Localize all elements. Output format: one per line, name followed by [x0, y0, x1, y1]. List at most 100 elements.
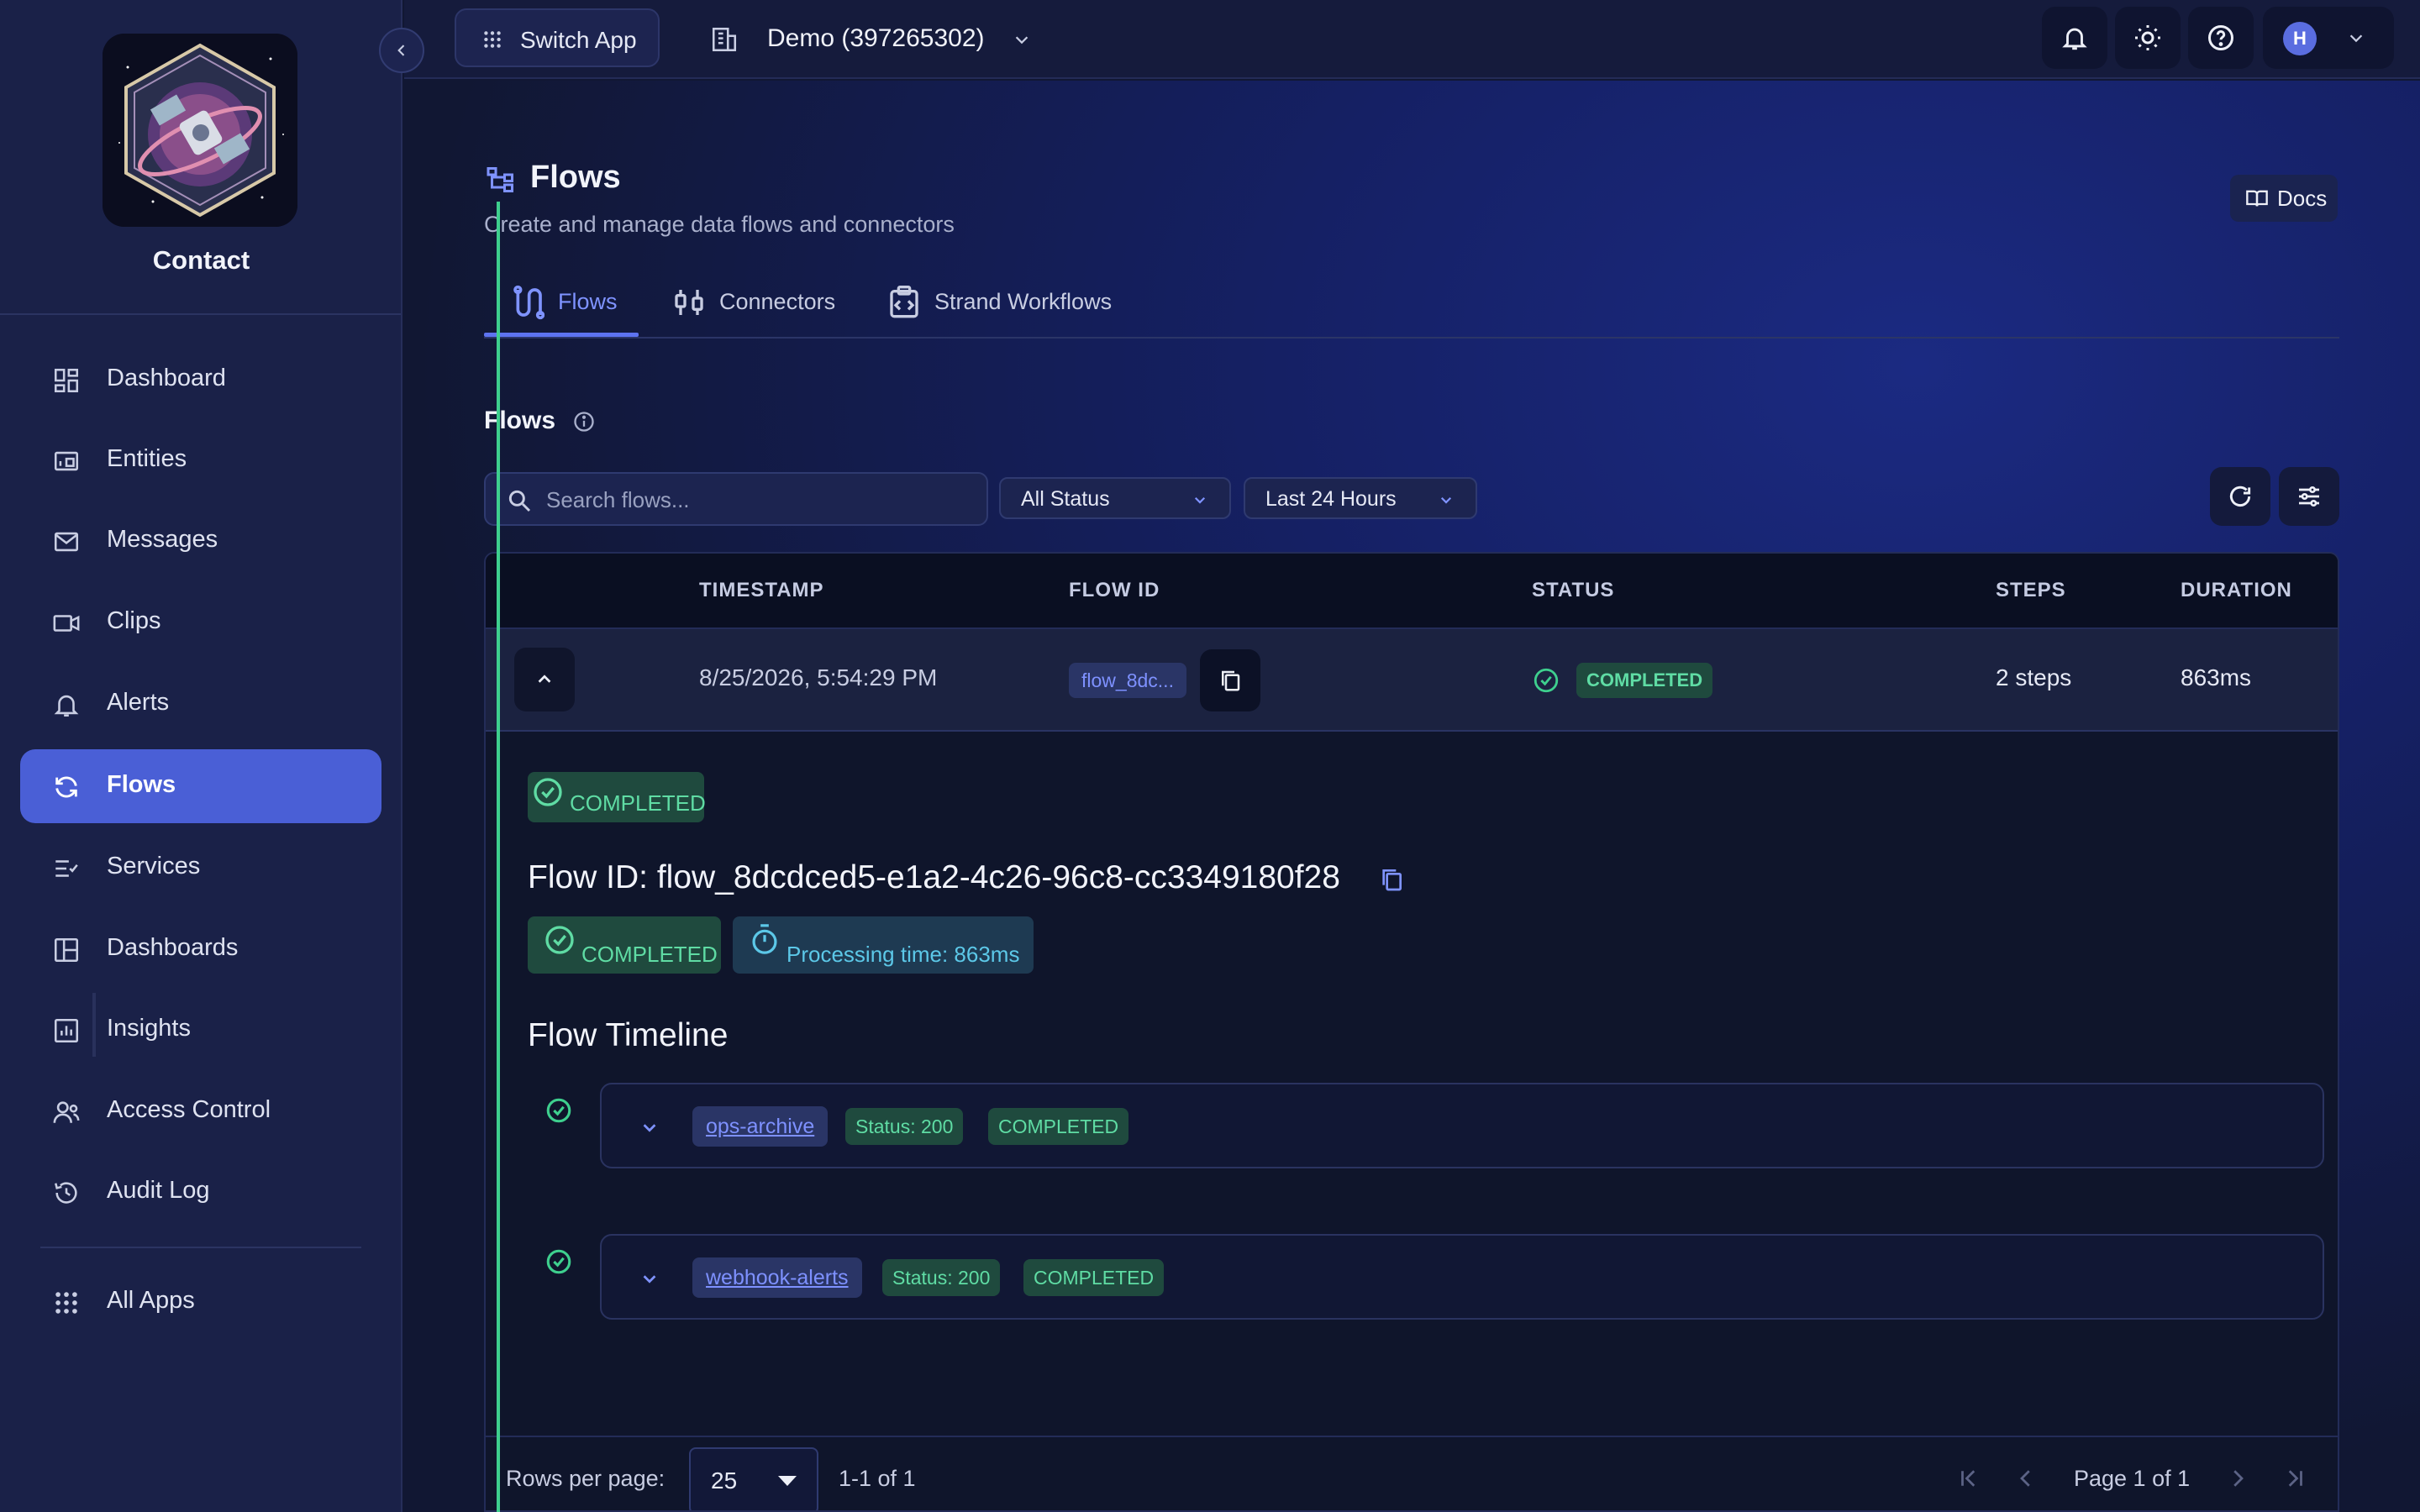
sidebar-item-entities[interactable]: Entities — [20, 423, 381, 497]
status-badge: COMPLETED — [1576, 663, 1713, 698]
org-selector[interactable]: Demo (397265302) — [710, 15, 1046, 62]
sun-icon — [2135, 25, 2160, 50]
column-header[interactable]: DURATION — [2181, 579, 2292, 602]
sidebar-item-label: Entities — [107, 445, 187, 472]
mail-icon — [54, 532, 79, 552]
timeline-title: Flow Timeline — [528, 1017, 729, 1053]
sidebar-item-flows[interactable]: Flows — [20, 749, 381, 823]
switch-app-label: Switch App — [520, 27, 637, 53]
last-page-icon[interactable] — [2282, 1466, 2307, 1491]
tab-connectors[interactable]: Connectors — [672, 277, 840, 338]
sidebar-item-access-control[interactable]: Access Control — [20, 1074, 381, 1148]
docs-button[interactable]: Docs — [2230, 175, 2338, 222]
sidebar-item-audit-log[interactable]: Audit Log — [20, 1155, 381, 1229]
timeline-connector — [92, 993, 96, 1057]
processing-time-badge: Processing time: 863ms — [733, 916, 1034, 974]
status-badge: COMPLETED — [528, 772, 706, 822]
sidebar-item-label: Audit Log — [107, 1177, 210, 1204]
switch-app-button[interactable]: Switch App — [455, 8, 660, 67]
service-link[interactable]: ops-archive — [692, 1106, 829, 1147]
book-icon — [2246, 190, 2268, 207]
tab-flows[interactable]: Flows — [511, 277, 637, 338]
column-header[interactable]: STATUS — [1532, 579, 1614, 602]
chevron-down-icon — [1440, 496, 1452, 504]
collapse-sidebar-button[interactable] — [379, 28, 424, 73]
next-page-icon[interactable] — [2225, 1466, 2250, 1491]
column-header[interactable]: TIMESTAMP — [699, 579, 824, 602]
column-header[interactable]: STEPS — [1996, 579, 2066, 602]
entities-icon — [54, 451, 79, 471]
docs-label: Docs — [2277, 186, 2328, 211]
status-badge: COMPLETED — [528, 916, 721, 974]
help-icon — [2208, 25, 2233, 50]
app-logo[interactable] — [103, 34, 297, 227]
sidebar-item-label: Messages — [107, 526, 218, 553]
check-circle-icon — [546, 1249, 571, 1274]
sidebar-item-services[interactable]: Services — [20, 831, 381, 905]
refresh-icon — [2229, 486, 2251, 507]
chevron-down-icon — [1015, 36, 1028, 45]
sidebar-divider — [0, 313, 401, 315]
sidebar-item-messages[interactable]: Messages — [20, 504, 381, 578]
check-circle-icon — [545, 926, 574, 954]
rows-per-page-label: Rows per page: — [506, 1466, 666, 1491]
info-icon[interactable] — [572, 410, 596, 433]
sidebar-item-label: Flows — [107, 771, 176, 798]
theme-toggle-button[interactable] — [2115, 7, 2181, 69]
sidebar-divider — [40, 1247, 361, 1248]
row-flow-id[interactable]: flow_8dc... — [1069, 663, 1186, 698]
table-row[interactable]: 8/25/2026, 5:54:29 PM flow_8dc... COMPLE… — [486, 629, 2338, 732]
tab-label: Strand Workflows — [934, 289, 1113, 314]
table-header: TIMESTAMP FLOW ID STATUS STEPS DURATION — [486, 554, 2338, 629]
history-icon — [55, 1182, 77, 1204]
rows-per-page-select[interactable]: 25 — [689, 1447, 818, 1510]
service-link[interactable]: webhook-alerts — [692, 1257, 862, 1298]
page-subtitle: Create and manage data flows and connect… — [484, 212, 955, 237]
help-button[interactable] — [2188, 7, 2254, 69]
refresh-button[interactable] — [2210, 467, 2270, 526]
first-page-icon[interactable] — [1956, 1466, 1981, 1491]
user-menu[interactable]: H — [2263, 7, 2394, 69]
sidebar-item-dashboards[interactable]: Dashboards — [20, 912, 381, 986]
checklist-icon — [55, 860, 78, 877]
chevron-down-icon[interactable] — [640, 1269, 659, 1288]
column-header[interactable]: FLOW ID — [1069, 579, 1160, 602]
chevron-down-icon[interactable] — [640, 1118, 659, 1137]
timeline-step[interactable]: webhook-alerts Status: 200 COMPLETED — [600, 1234, 2324, 1320]
sidebar-item-label: All Apps — [107, 1287, 195, 1314]
sidebar-item-dashboard[interactable]: Dashboard — [20, 343, 381, 417]
sidebar-item-label: Services — [107, 853, 201, 879]
row-duration: 863ms — [2181, 664, 2252, 690]
chart-icon — [54, 1018, 79, 1043]
sidebar-item-label: Dashboard — [107, 365, 226, 391]
pagination-range: 1-1 of 1 — [839, 1466, 916, 1491]
collapse-row-button[interactable] — [514, 648, 575, 711]
copy-flow-id-button[interactable] — [1200, 649, 1260, 711]
copy-icon[interactable] — [1378, 866, 1405, 893]
sidebar-item-all-apps[interactable]: All Apps — [20, 1265, 381, 1339]
flows-table: TIMESTAMP FLOW ID STATUS STEPS DURATION … — [484, 552, 2339, 1512]
notifications-button[interactable] — [2042, 7, 2107, 69]
search-input-container[interactable] — [484, 472, 988, 526]
org-name: Demo (397265302) — [767, 24, 985, 52]
section-title: Flows — [484, 407, 556, 434]
sidebar-item-label: Clips — [107, 607, 161, 634]
search-input[interactable] — [546, 486, 966, 514]
prev-page-icon[interactable] — [2013, 1466, 2039, 1491]
sidebar-item-clips[interactable]: Clips — [20, 585, 381, 659]
page-title: Flows — [530, 160, 621, 195]
tab-strand-workflows[interactable]: Strand Workflows — [887, 277, 1123, 338]
search-icon — [508, 490, 531, 512]
app-name: Contact — [152, 245, 250, 275]
status-filter-select[interactable]: All Status — [999, 477, 1231, 519]
filter-settings-button[interactable] — [2279, 467, 2339, 526]
sidebar-item-alerts[interactable]: Alerts — [20, 667, 381, 741]
timeline-step[interactable]: ops-archive Status: 200 COMPLETED — [600, 1083, 2324, 1168]
time-range-select[interactable]: Last 24 Hours — [1244, 477, 1477, 519]
check-circle-icon — [546, 1098, 571, 1123]
status-badge: COMPLETED — [988, 1108, 1129, 1145]
users-icon — [53, 1101, 80, 1123]
tab-label: Connectors — [719, 289, 836, 314]
bell-icon — [54, 695, 79, 717]
sidebar-item-insights[interactable]: Insights — [20, 993, 381, 1067]
